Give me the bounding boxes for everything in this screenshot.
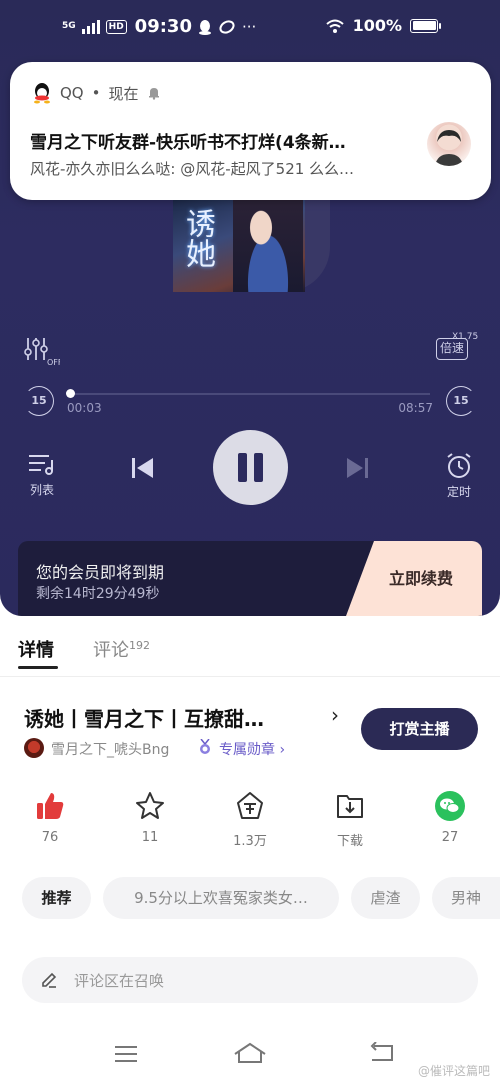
tab-divider — [0, 676, 500, 677]
bell-icon — [148, 88, 159, 100]
timer-label: 定时 — [446, 485, 471, 499]
hd-icon: HD — [105, 19, 127, 34]
chip-tag[interactable]: 9.5分以上欢喜冤家类女… — [103, 877, 339, 919]
tab-comments-label: 评论 — [93, 640, 129, 661]
alarm-clock-icon — [447, 453, 471, 478]
network-type: 5G — [62, 21, 76, 31]
gift-button[interactable]: 1.3万 — [220, 790, 280, 849]
menu-icon[interactable] — [114, 1044, 138, 1064]
vip-expiry-banner[interactable]: 您的会员即将到期 剩余14时29分49秒 立即续费 — [18, 541, 482, 616]
pause-button[interactable] — [213, 430, 288, 505]
comment-placeholder: 评论区在召唤 — [74, 972, 165, 990]
notification-separator: • — [91, 84, 101, 102]
progress-bar[interactable] — [70, 393, 430, 395]
exclusive-badge-link[interactable]: 专属勋章 › — [219, 739, 285, 759]
playlist-button[interactable]: 列表 — [22, 452, 62, 498]
anchor-avatar[interactable] — [24, 738, 44, 758]
chip-tag[interactable]: 虐渣 — [351, 877, 420, 919]
vip-title: 您的会员即将到期 — [36, 563, 165, 582]
notification-body: 风花-亦久亦旧么么哒: @风花-起风了521 么么… — [30, 160, 355, 178]
forward-15-button[interactable]: 15 — [446, 386, 476, 416]
tab-details[interactable]: 详情 — [18, 636, 54, 662]
like-button[interactable]: 76 — [20, 790, 80, 845]
album-cover[interactable]: 诱她 — [173, 200, 305, 292]
playlist-label: 列表 — [29, 483, 54, 497]
gift-coin-icon — [237, 792, 263, 819]
favorite-button[interactable]: 11 — [120, 790, 180, 845]
notification-app-name: QQ — [60, 84, 84, 102]
speed-button[interactable]: 倍速 — [436, 338, 468, 360]
sender-avatar — [427, 122, 471, 166]
tab-comments[interactable]: 评论192 — [93, 636, 150, 662]
share-wechat-button[interactable]: 27 — [420, 790, 480, 845]
signal-icon — [81, 19, 100, 34]
like-count: 76 — [41, 830, 59, 845]
battery-icon — [410, 18, 441, 33]
previous-track-icon[interactable] — [129, 455, 155, 481]
download-button[interactable]: 下载 — [320, 790, 380, 849]
battery-percent: 100% — [352, 16, 402, 35]
cover-illustration — [233, 200, 303, 292]
tip-anchor-button[interactable]: 打赏主播 — [361, 708, 478, 750]
wechat-icon — [435, 791, 465, 821]
next-track-icon[interactable] — [345, 455, 371, 481]
chip-recommend[interactable]: 推荐 — [22, 877, 91, 919]
star-icon — [136, 792, 164, 819]
sound-effect-icon[interactable]: OFF — [24, 336, 60, 366]
time-current: 00:03 — [67, 401, 102, 415]
comment-input[interactable]: 评论区在召唤 — [22, 957, 478, 1003]
app-status-icon — [219, 19, 235, 34]
notification-time: 现在 — [108, 84, 139, 103]
album-title[interactable]: 诱她丨雪月之下丨互撩甜… — [24, 703, 324, 732]
pencil-icon — [42, 972, 57, 988]
chip-tag[interactable]: 男神 — [432, 877, 500, 919]
download-label: 下载 — [336, 834, 363, 849]
notification-title: 雪月之下听友群-快乐听书不打烊(4条新… — [30, 133, 346, 153]
time-total: 08:57 — [398, 401, 433, 415]
chevron-right-icon[interactable]: › — [331, 703, 339, 727]
home-icon[interactable] — [233, 1042, 267, 1064]
share-count: 27 — [441, 830, 459, 845]
qq-notification[interactable]: QQ • 现在 雪月之下听友群-快乐听书不打烊(4条新… 风花-亦久亦旧么么哒:… — [10, 62, 491, 200]
thumbs-up-icon — [37, 793, 64, 819]
gift-count: 1.3万 — [233, 834, 267, 849]
watermark: @催评这篇吧 — [417, 1064, 490, 1078]
vip-countdown: 剩余14时29分49秒 — [36, 586, 160, 602]
wifi-icon — [325, 19, 344, 33]
active-tab-indicator — [18, 666, 58, 669]
status-time: 09:30 — [134, 16, 192, 37]
qq-logo-icon — [34, 83, 50, 104]
playlist-icon — [29, 455, 53, 475]
more-status-icon: ··· — [241, 17, 257, 36]
qq-status-icon — [198, 19, 211, 35]
notification-header: QQ • 现在 — [32, 82, 161, 104]
back-icon[interactable] — [368, 1042, 394, 1064]
renew-button[interactable]: 立即续费 — [346, 541, 482, 616]
rewind-15-button[interactable]: 15 — [24, 386, 54, 416]
timer-button[interactable]: 定时 — [438, 452, 480, 500]
cover-title: 诱她 — [180, 208, 215, 268]
status-bar: 5G HD 09:30 ··· 100% — [0, 12, 500, 46]
download-icon — [337, 795, 363, 818]
favorite-count: 11 — [141, 830, 159, 845]
comment-count: 192 — [129, 639, 150, 652]
progress-knob[interactable] — [66, 389, 75, 398]
svg-text:OFF: OFF — [47, 358, 60, 366]
medal-icon — [200, 739, 210, 754]
anchor-name[interactable]: 雪月之下_唬头Bng — [51, 739, 169, 759]
